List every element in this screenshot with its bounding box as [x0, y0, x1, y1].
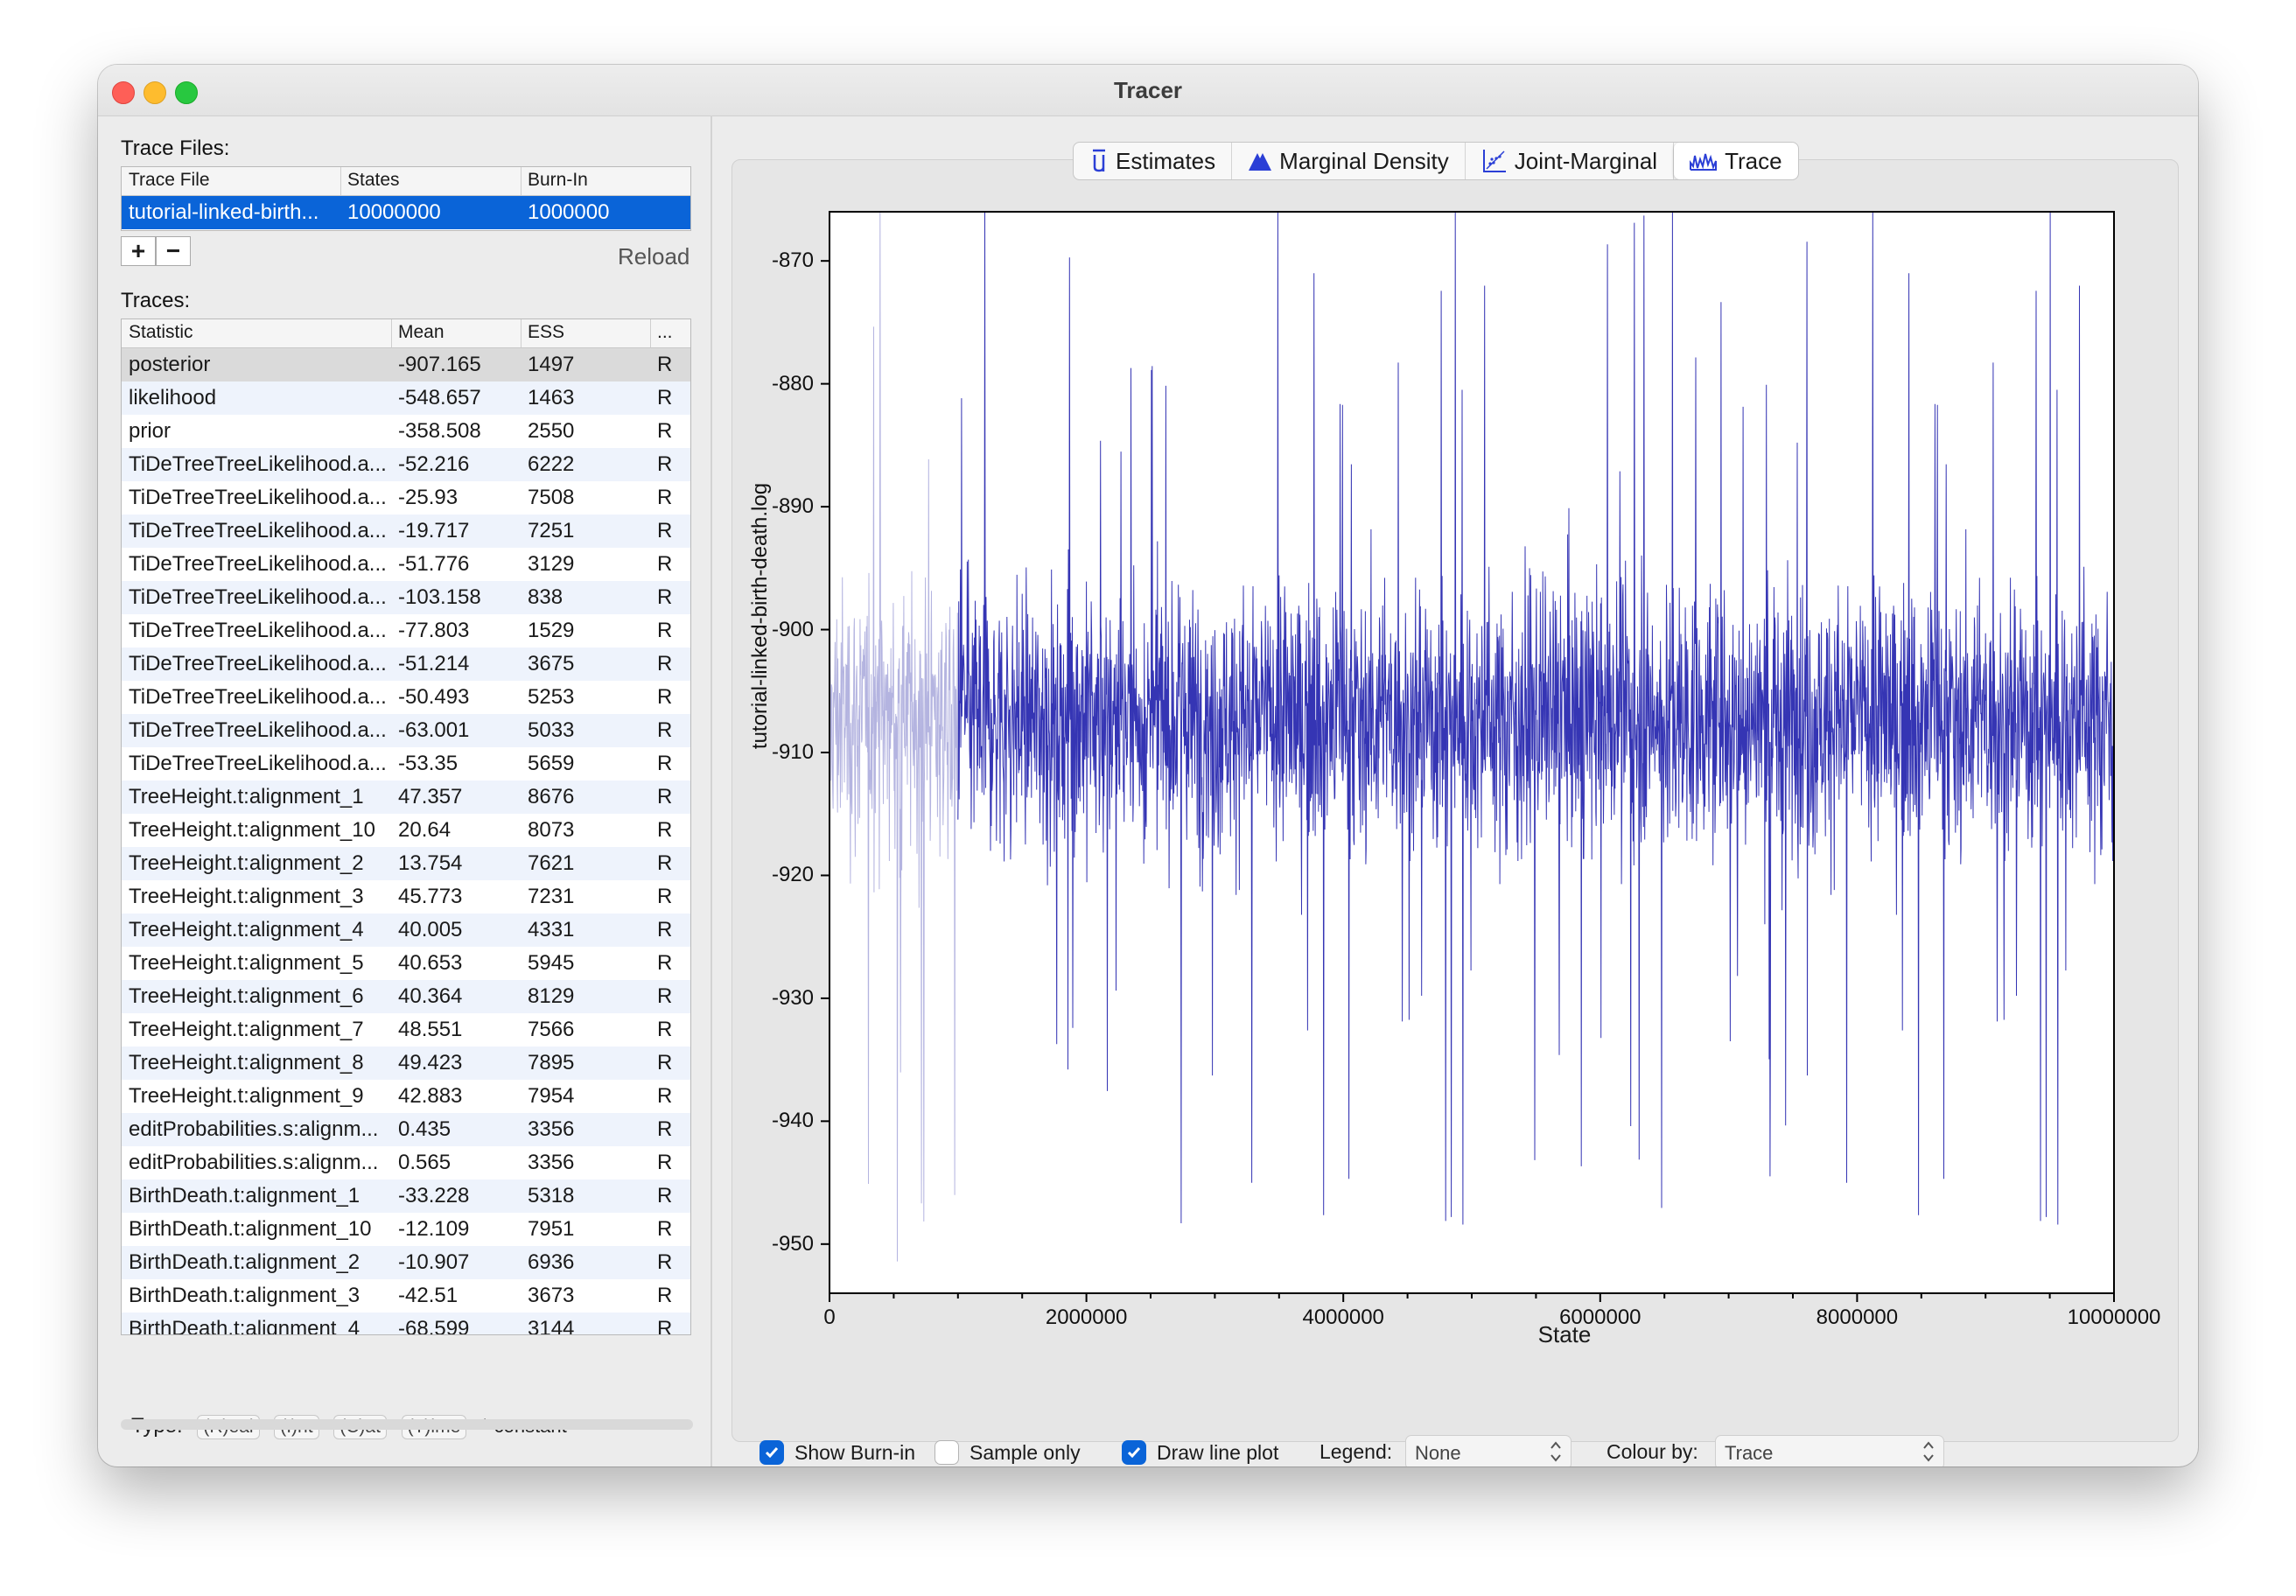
trace-plot[interactable]: [98, 65, 2198, 1466]
y-tick-label: -910: [771, 740, 814, 764]
legend-label: Legend:: [1320, 1440, 1392, 1464]
y-tick-label: -920: [771, 863, 814, 887]
trace-line: [957, 211, 2115, 1225]
checkmark-icon: [1127, 1447, 1141, 1459]
y-tick-label: -890: [771, 494, 814, 519]
y-tick-label: -870: [771, 248, 814, 273]
y-tick-label: -880: [771, 371, 814, 396]
colour-by-select-value: Trace: [1725, 1442, 1774, 1464]
sample-only-label: Sample only: [970, 1440, 1081, 1464]
y-tick-label: -940: [771, 1109, 814, 1133]
legend-label-text: Legend:: [1320, 1440, 1393, 1463]
draw-line-plot-control[interactable]: Draw line plot: [1122, 1440, 1278, 1465]
y-axis-title-text: tutorial-linked-birth-death.log: [748, 482, 772, 750]
y-tick-label: -950: [771, 1231, 814, 1256]
x-tick-label: 10000000: [2067, 1306, 2161, 1329]
draw-line-plot-checkbox[interactable]: [1122, 1440, 1146, 1465]
x-tick-label: 4000000: [1302, 1306, 1384, 1329]
x-axis-title: State: [1537, 1321, 1592, 1348]
sample-only-checkbox[interactable]: [934, 1440, 959, 1465]
show-burnin-control[interactable]: Show Burn-in: [760, 1440, 915, 1465]
legend-select-value: None: [1415, 1442, 1461, 1464]
x-tick-label: 8000000: [1816, 1306, 1899, 1329]
x-tick-label: 0: [823, 1306, 836, 1329]
burnin-trace-line: [829, 211, 959, 1262]
colour-by-select[interactable]: Trace: [1715, 1435, 1944, 1466]
y-tick-label: -900: [771, 617, 814, 641]
checkmark-icon: [765, 1447, 779, 1459]
x-tick-label: 2000000: [1045, 1306, 1128, 1329]
show-burnin-checkbox[interactable]: [760, 1440, 784, 1465]
tracer-window: Tracer Trace Files: Trace File States Bu…: [98, 65, 2198, 1466]
y-tick-label: -930: [771, 985, 814, 1010]
updown-chevron-icon: [1550, 1439, 1562, 1466]
draw-line-plot-label: Draw line plot: [1157, 1440, 1279, 1464]
colour-by-label-text: Colour by:: [1606, 1440, 1698, 1463]
sample-only-control[interactable]: Sample only: [934, 1440, 1081, 1465]
colour-by-label: Colour by:: [1606, 1440, 1698, 1464]
legend-select[interactable]: None: [1405, 1435, 1572, 1466]
show-burnin-label: Show Burn-in: [794, 1440, 916, 1464]
updown-chevron-icon: [1922, 1439, 1935, 1466]
